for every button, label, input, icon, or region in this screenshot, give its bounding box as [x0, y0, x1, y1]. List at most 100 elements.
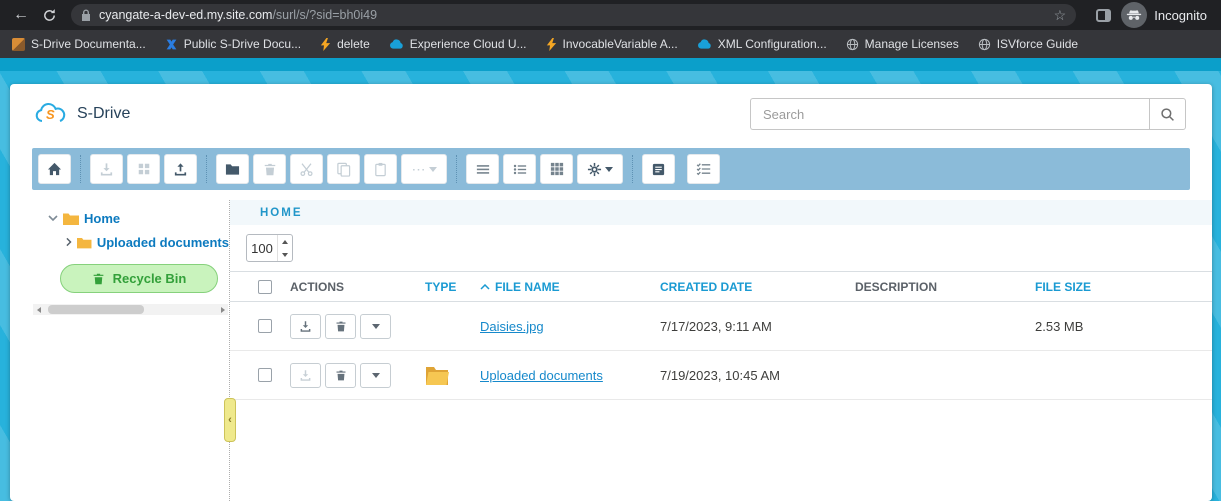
created-date-cell: 7/17/2023, 9:11 AM [660, 319, 855, 334]
home-icon [47, 162, 62, 176]
trash-icon [263, 162, 277, 177]
globe-icon [846, 38, 859, 51]
url-path: /surl/s/?sid=bh0i49 [272, 8, 377, 22]
column-header-actions: ACTIONS [290, 280, 425, 294]
trash-icon [92, 272, 105, 286]
scroll-left-icon[interactable] [33, 304, 44, 315]
download-icon [99, 162, 114, 177]
bookmark-delete[interactable]: delete [320, 37, 370, 51]
bookmark-sdrive-documentation[interactable]: S-Drive Documenta... [12, 37, 146, 51]
paste-button[interactable] [364, 154, 397, 184]
collapse-panel-handle[interactable]: ‹ [224, 398, 236, 442]
row-actions [290, 363, 425, 388]
select-all-checkbox[interactable] [258, 280, 272, 294]
settings-button[interactable] [577, 154, 623, 184]
back-icon[interactable]: ← [13, 7, 29, 23]
column-header-file-size[interactable]: FILE SIZE [1035, 280, 1212, 294]
chevron-down-icon [429, 167, 437, 172]
cut-button[interactable] [290, 154, 323, 184]
stepper-up-icon[interactable] [278, 235, 292, 248]
side-panel-icon[interactable] [1096, 9, 1111, 22]
stepper-down-icon[interactable] [278, 248, 292, 261]
row-actions [290, 314, 425, 339]
tree-horizontal-scrollbar[interactable] [33, 304, 228, 315]
bookmark-xml-configuration[interactable]: XML Configuration... [697, 37, 827, 51]
bookmark-isvforce-guide[interactable]: ISVforce Guide [978, 37, 1078, 51]
row-checkbox[interactable] [258, 368, 272, 382]
file-toolbar: ⋯ [32, 148, 1190, 190]
lightning-icon [320, 38, 331, 51]
page-size-value[interactable]: 100 [247, 235, 277, 261]
cloud-icon [697, 39, 712, 50]
home-button[interactable] [38, 154, 71, 184]
more-options-button[interactable]: ⋯ [401, 154, 447, 184]
detail-view-button[interactable] [503, 154, 536, 184]
bookmark-invocablevariable[interactable]: InvocableVariable A... [546, 37, 678, 51]
scissors-icon [299, 162, 314, 177]
copy-items-button[interactable] [127, 154, 160, 184]
scroll-right-icon[interactable] [217, 304, 228, 315]
breadcrumb-home[interactable]: HOME [260, 207, 303, 219]
bookmark-public-sdrive-docs[interactable]: Public S-Drive Docu... [165, 37, 301, 51]
scrollbar-thumb[interactable] [48, 305, 144, 314]
folder-icon [225, 163, 240, 176]
recycle-bin-button[interactable]: Recycle Bin [60, 264, 218, 293]
address-bar[interactable]: cyangate-a-dev-ed.my.site.com/surl/s/?si… [71, 4, 1076, 26]
folder-icon [77, 236, 91, 249]
bookmark-star-icon[interactable]: ☆ [1054, 7, 1067, 24]
new-folder-button[interactable] [216, 154, 249, 184]
stepper-buttons[interactable] [277, 235, 292, 261]
file-size-cell: 2.53 MB [1035, 319, 1212, 334]
row-download-button[interactable] [290, 314, 321, 339]
breadcrumb[interactable]: HOME [230, 200, 1212, 225]
search-icon [1160, 107, 1175, 122]
trash-icon [335, 320, 347, 333]
clipboard-icon [373, 162, 388, 177]
delete-button[interactable] [253, 154, 286, 184]
file-name-link[interactable]: Daisies.jpg [480, 319, 660, 334]
row-more-button[interactable] [360, 363, 391, 388]
bookmark-label: Public S-Drive Docu... [184, 37, 301, 51]
column-header-file-name[interactable]: FILE NAME [480, 280, 660, 294]
grid-view-icon [550, 162, 564, 176]
checklist-button[interactable] [687, 154, 720, 184]
file-list-area: HOME 100 ACTIONS TYPE FILE NAME [230, 200, 1212, 501]
row-download-button[interactable] [290, 363, 321, 388]
tree-item-uploaded-documents[interactable]: Uploaded documents [10, 230, 229, 254]
table-row: Uploaded documents 7/19/2023, 10:45 AM [230, 351, 1212, 400]
column-header-description: DESCRIPTION [855, 280, 1035, 294]
row-more-button[interactable] [360, 314, 391, 339]
bookmark-experience-cloud[interactable]: Experience Cloud U... [389, 37, 527, 51]
search-input[interactable] [750, 98, 1149, 130]
scrollbar-track[interactable] [44, 304, 217, 315]
folder-file-icon [425, 365, 449, 385]
chevron-down-icon [372, 324, 380, 329]
reload-icon[interactable] [42, 8, 57, 23]
upload-icon [173, 162, 188, 177]
list-view-button[interactable] [466, 154, 499, 184]
row-checkbox[interactable] [258, 319, 272, 333]
tree-item-label: Home [84, 211, 120, 226]
recycle-bin-label: Recycle Bin [113, 271, 187, 286]
details-panel-icon [651, 162, 666, 177]
column-header-type[interactable]: TYPE [425, 280, 480, 294]
search-button[interactable] [1149, 98, 1186, 130]
upload-button[interactable] [164, 154, 197, 184]
preview-panel-button[interactable] [642, 154, 675, 184]
incognito-indicator: Incognito [1121, 2, 1207, 28]
copy-button[interactable] [327, 154, 360, 184]
file-name-link[interactable]: Uploaded documents [480, 368, 660, 383]
panel-divider: ‹ [229, 200, 230, 501]
page-size-stepper[interactable]: 100 [246, 234, 293, 262]
chevron-down-icon [372, 373, 380, 378]
grid-view-button[interactable] [540, 154, 573, 184]
page-title: S-Drive [77, 105, 130, 123]
bookmark-manage-licenses[interactable]: Manage Licenses [846, 37, 959, 51]
download-button[interactable] [90, 154, 123, 184]
column-header-created-date[interactable]: CREATED DATE [660, 280, 855, 294]
tree-item-home[interactable]: Home [10, 206, 229, 230]
row-delete-button[interactable] [325, 363, 356, 388]
list-view-icon [476, 163, 490, 176]
bookmark-label: ISVforce Guide [997, 37, 1078, 51]
row-delete-button[interactable] [325, 314, 356, 339]
